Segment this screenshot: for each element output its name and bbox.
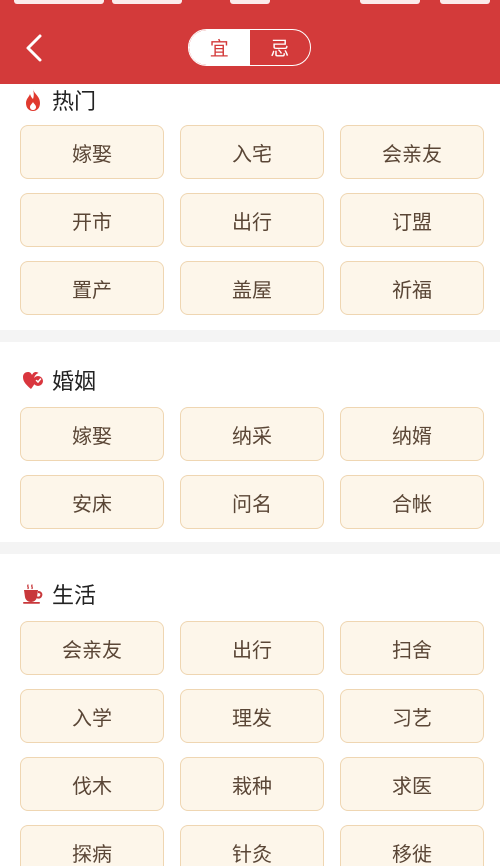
tag-item[interactable]: 求医 [340, 757, 484, 811]
tag-item[interactable]: 出行 [180, 193, 324, 247]
tag-item[interactable]: 嫁娶 [20, 407, 164, 461]
tag-item[interactable]: 开市 [20, 193, 164, 247]
tag-item[interactable]: 探病 [20, 825, 164, 866]
tab-ji[interactable]: 忌 [250, 30, 311, 65]
tab-yi[interactable]: 宜 [189, 30, 250, 65]
tag-item[interactable]: 栽种 [180, 757, 324, 811]
tag-item[interactable]: 盖屋 [180, 261, 324, 315]
tag-grid-hot: 嫁娶 入宅 会亲友 开市 出行 订盟 置产 盖屋 祈福 [20, 125, 484, 315]
tag-item[interactable]: 问名 [180, 475, 324, 529]
tag-grid-life: 会亲友 出行 扫舍 入学 理发 习艺 伐木 栽种 求医 探病 针灸 移徙 [20, 621, 484, 866]
tag-item[interactable]: 移徙 [340, 825, 484, 866]
tag-item[interactable]: 会亲友 [20, 621, 164, 675]
chevron-left-icon [26, 34, 42, 62]
yi-ji-toggle: 宜 忌 [188, 29, 311, 66]
section-title: 婚姻 [52, 370, 97, 395]
fire-icon [26, 89, 40, 111]
tag-item[interactable]: 伐木 [20, 757, 164, 811]
tag-item[interactable]: 置产 [20, 261, 164, 315]
tag-item[interactable]: 理发 [180, 689, 324, 743]
tag-item[interactable]: 安床 [20, 475, 164, 529]
tag-item[interactable]: 会亲友 [340, 125, 484, 179]
tag-item[interactable]: 习艺 [340, 689, 484, 743]
tag-item[interactable]: 扫舍 [340, 621, 484, 675]
tag-item[interactable]: 合帐 [340, 475, 484, 529]
tag-grid-marriage: 嫁娶 纳采 纳婿 安床 问名 合帐 [20, 407, 484, 529]
section-title: 生活 [52, 584, 97, 609]
section-divider [0, 330, 500, 342]
section-title: 热门 [52, 90, 97, 115]
tag-item[interactable]: 入宅 [180, 125, 324, 179]
app-header: 宜 忌 [0, 0, 500, 84]
section-header-life: 生活 [22, 578, 96, 610]
status-bar [0, 0, 500, 8]
tag-item[interactable]: 订盟 [340, 193, 484, 247]
heart-icon [23, 372, 43, 389]
teacup-icon [23, 584, 43, 604]
tag-item[interactable]: 嫁娶 [20, 125, 164, 179]
section-header-hot: 热门 [22, 84, 96, 116]
tag-item[interactable]: 出行 [180, 621, 324, 675]
section-header-marriage: 婚姻 [22, 364, 96, 396]
tag-item[interactable]: 针灸 [180, 825, 324, 866]
tag-item[interactable]: 入学 [20, 689, 164, 743]
section-divider [0, 542, 500, 554]
tag-item[interactable]: 祈福 [340, 261, 484, 315]
back-button[interactable] [16, 30, 52, 66]
tag-item[interactable]: 纳婿 [340, 407, 484, 461]
tag-item[interactable]: 纳采 [180, 407, 324, 461]
